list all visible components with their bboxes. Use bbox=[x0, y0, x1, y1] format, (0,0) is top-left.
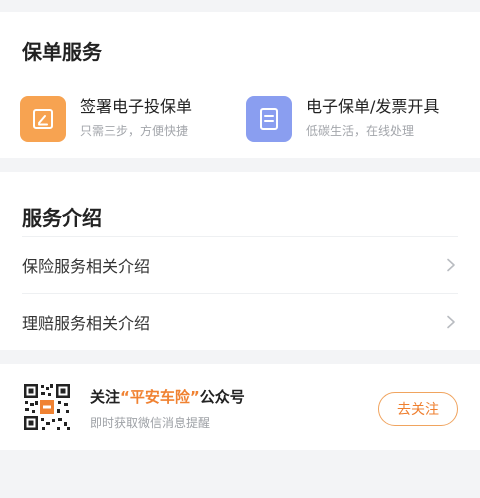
service-intro-card: 服务介绍 保险服务相关介绍 理赔服务相关介绍 bbox=[0, 172, 480, 350]
chevron-right-icon bbox=[447, 315, 455, 329]
follow-official-account-card: 关注“平安车险”公众号 即时获取微信消息提醒 去关注 bbox=[0, 364, 480, 450]
document-icon bbox=[246, 96, 292, 142]
insurance-service-intro-label: 保险服务相关介绍 bbox=[22, 257, 151, 276]
sign-e-application-title: 签署电子投保单 bbox=[80, 97, 193, 116]
e-policy-invoice-item[interactable]: 电子保单/发票开具 低碳生活，在线处理 bbox=[246, 96, 439, 142]
sign-e-application-subtitle: 只需三步，方便快捷 bbox=[80, 124, 189, 138]
policy-services-title: 保单服务 bbox=[22, 40, 102, 64]
sign-e-application-item[interactable]: 签署电子投保单 只需三步，方便快捷 bbox=[20, 96, 192, 142]
qr-code-icon bbox=[22, 382, 72, 432]
policy-services-card: 保单服务 签署电子投保单 只需三步，方便快捷 电子保单/发票开具 低碳生活，在线… bbox=[0, 12, 480, 158]
e-policy-invoice-subtitle: 低碳生活，在线处理 bbox=[306, 124, 415, 138]
follow-title: 关注“平安车险”公众号 bbox=[90, 388, 245, 406]
e-policy-invoice-title: 电子保单/发票开具 bbox=[306, 97, 440, 116]
follow-title-suffix: 公众号 bbox=[199, 388, 245, 406]
edit-icon bbox=[20, 96, 66, 142]
chevron-right-icon bbox=[447, 258, 455, 272]
claims-service-intro-label: 理赔服务相关介绍 bbox=[22, 314, 151, 333]
claims-service-intro-row[interactable]: 理赔服务相关介绍 bbox=[22, 293, 458, 350]
follow-button[interactable]: 去关注 bbox=[378, 392, 458, 426]
follow-title-prefix: 关注 bbox=[90, 388, 121, 406]
service-intro-title: 服务介绍 bbox=[22, 206, 102, 230]
follow-brand-name: “平安车险” bbox=[120, 388, 200, 406]
insurance-service-intro-row[interactable]: 保险服务相关介绍 bbox=[22, 236, 458, 293]
follow-subtitle: 即时获取微信消息提醒 bbox=[90, 416, 211, 430]
